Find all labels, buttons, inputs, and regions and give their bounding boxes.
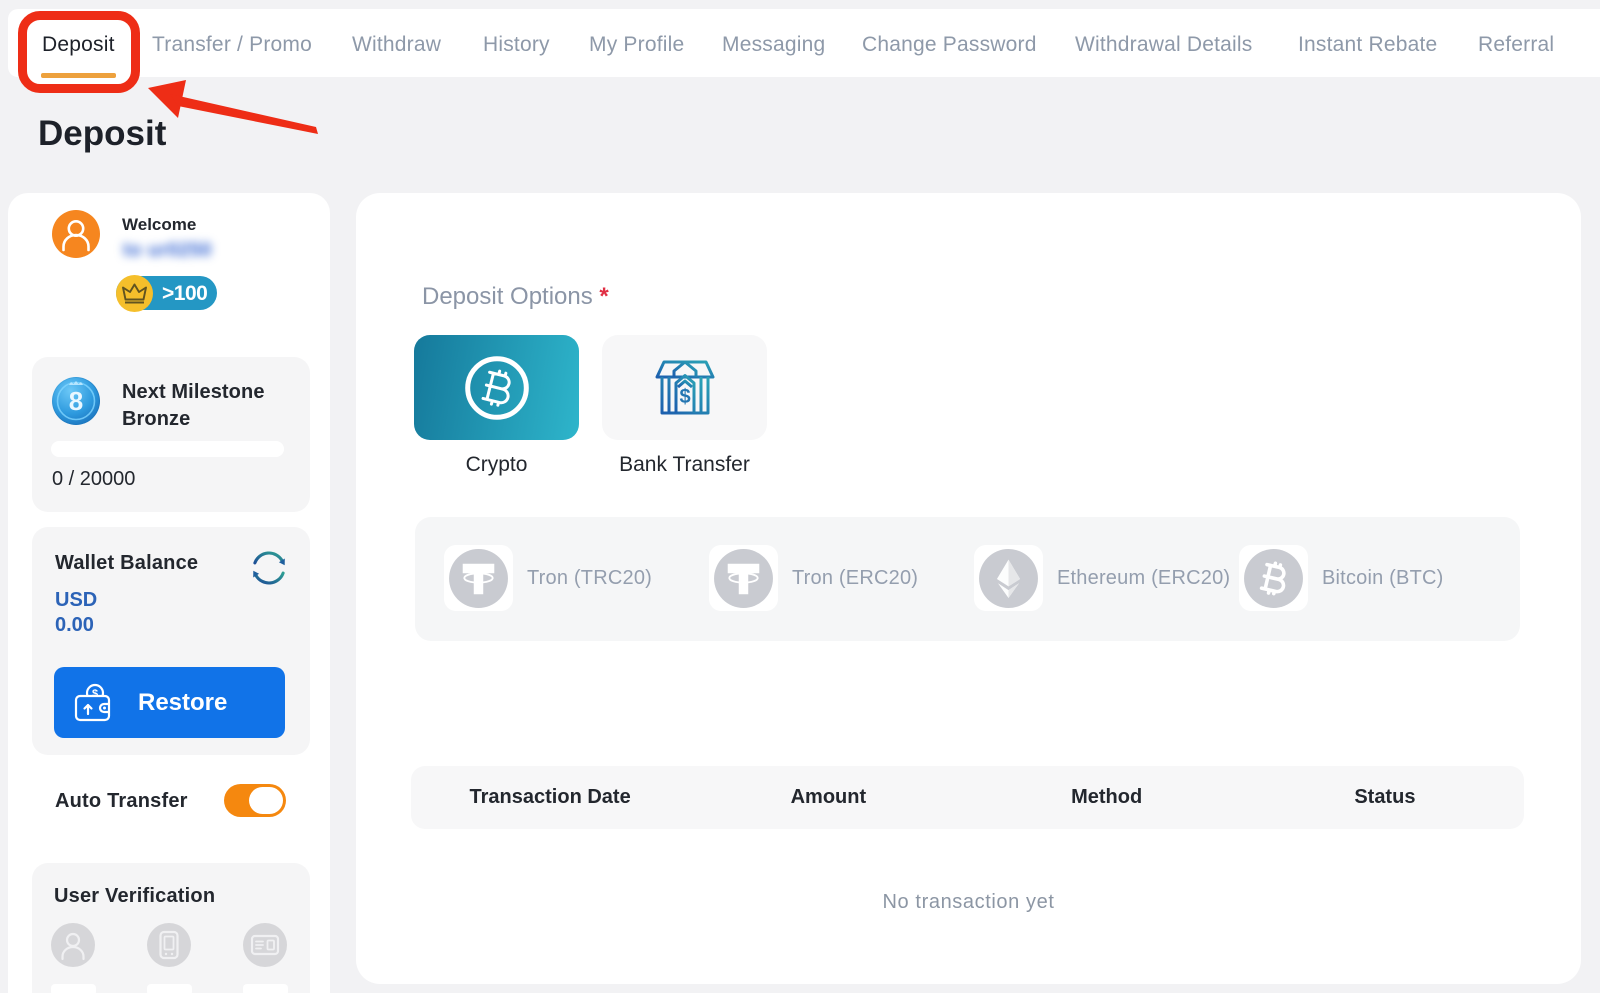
svg-text:$: $ — [679, 386, 690, 408]
svg-text:8: 8 — [69, 386, 83, 416]
